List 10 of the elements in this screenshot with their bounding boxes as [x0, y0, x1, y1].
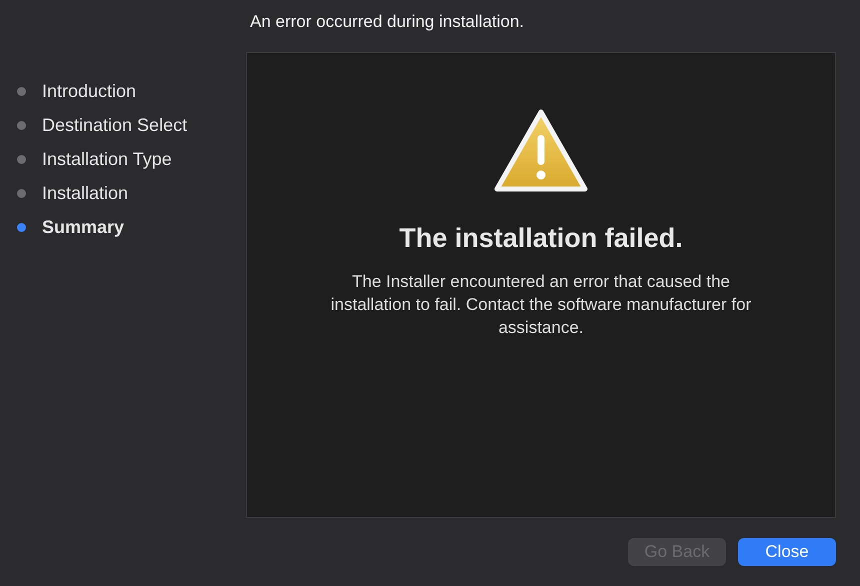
- step-label: Destination Select: [42, 115, 188, 136]
- warning-icon: [494, 109, 588, 193]
- failure-title: The installation failed.: [399, 223, 683, 254]
- step-label: Installation Type: [42, 149, 172, 170]
- step-label: Installation: [42, 183, 128, 204]
- failure-message: The Installer encountered an error that caused the installation to fail. Contact the software manufacturer for assistance.: [330, 271, 752, 339]
- close-button[interactable]: Close: [738, 538, 836, 566]
- step-label: Summary: [42, 217, 124, 238]
- header-title: An error occurred during installation.: [249, 11, 526, 33]
- step-label: Introduction: [42, 81, 136, 102]
